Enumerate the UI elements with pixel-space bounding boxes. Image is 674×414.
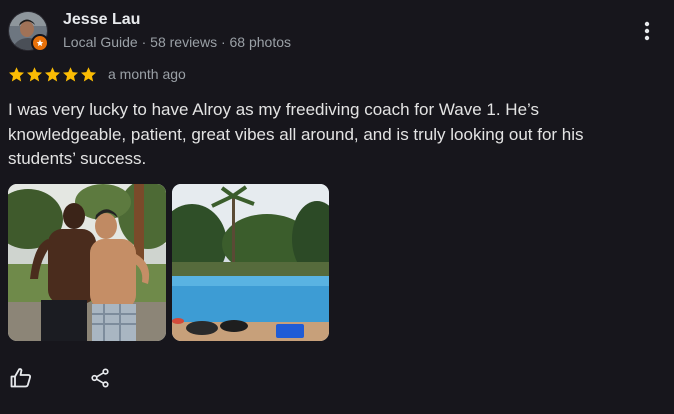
star-icon: [80, 66, 97, 81]
star-icon: [44, 66, 61, 81]
rating-row: a month ago: [8, 65, 186, 83]
share-button[interactable]: [86, 364, 114, 392]
star-badge-icon: [36, 39, 44, 47]
thumbs-up-icon: [10, 368, 31, 388]
reviewer-avatar[interactable]: [8, 11, 49, 52]
more-vert-icon: [644, 21, 650, 41]
more-options-button[interactable]: [632, 16, 662, 46]
reviewer-meta: Local Guide · 58 reviews · 68 photos: [63, 34, 292, 50]
review-text: I was very lucky to have Alroy as my fre…: [8, 100, 584, 168]
star-icon: [26, 66, 43, 81]
like-button[interactable]: [7, 364, 35, 392]
reviewer-name[interactable]: Jesse Lau: [63, 10, 140, 30]
star-icon: [8, 66, 25, 81]
star-rating: [8, 66, 97, 83]
share-icon: [91, 368, 109, 388]
review-date: a month ago: [108, 66, 186, 82]
star-icon: [62, 66, 79, 81]
local-guide-badge: [31, 34, 49, 52]
review-photo[interactable]: [8, 184, 166, 341]
review-photo[interactable]: [172, 184, 329, 341]
